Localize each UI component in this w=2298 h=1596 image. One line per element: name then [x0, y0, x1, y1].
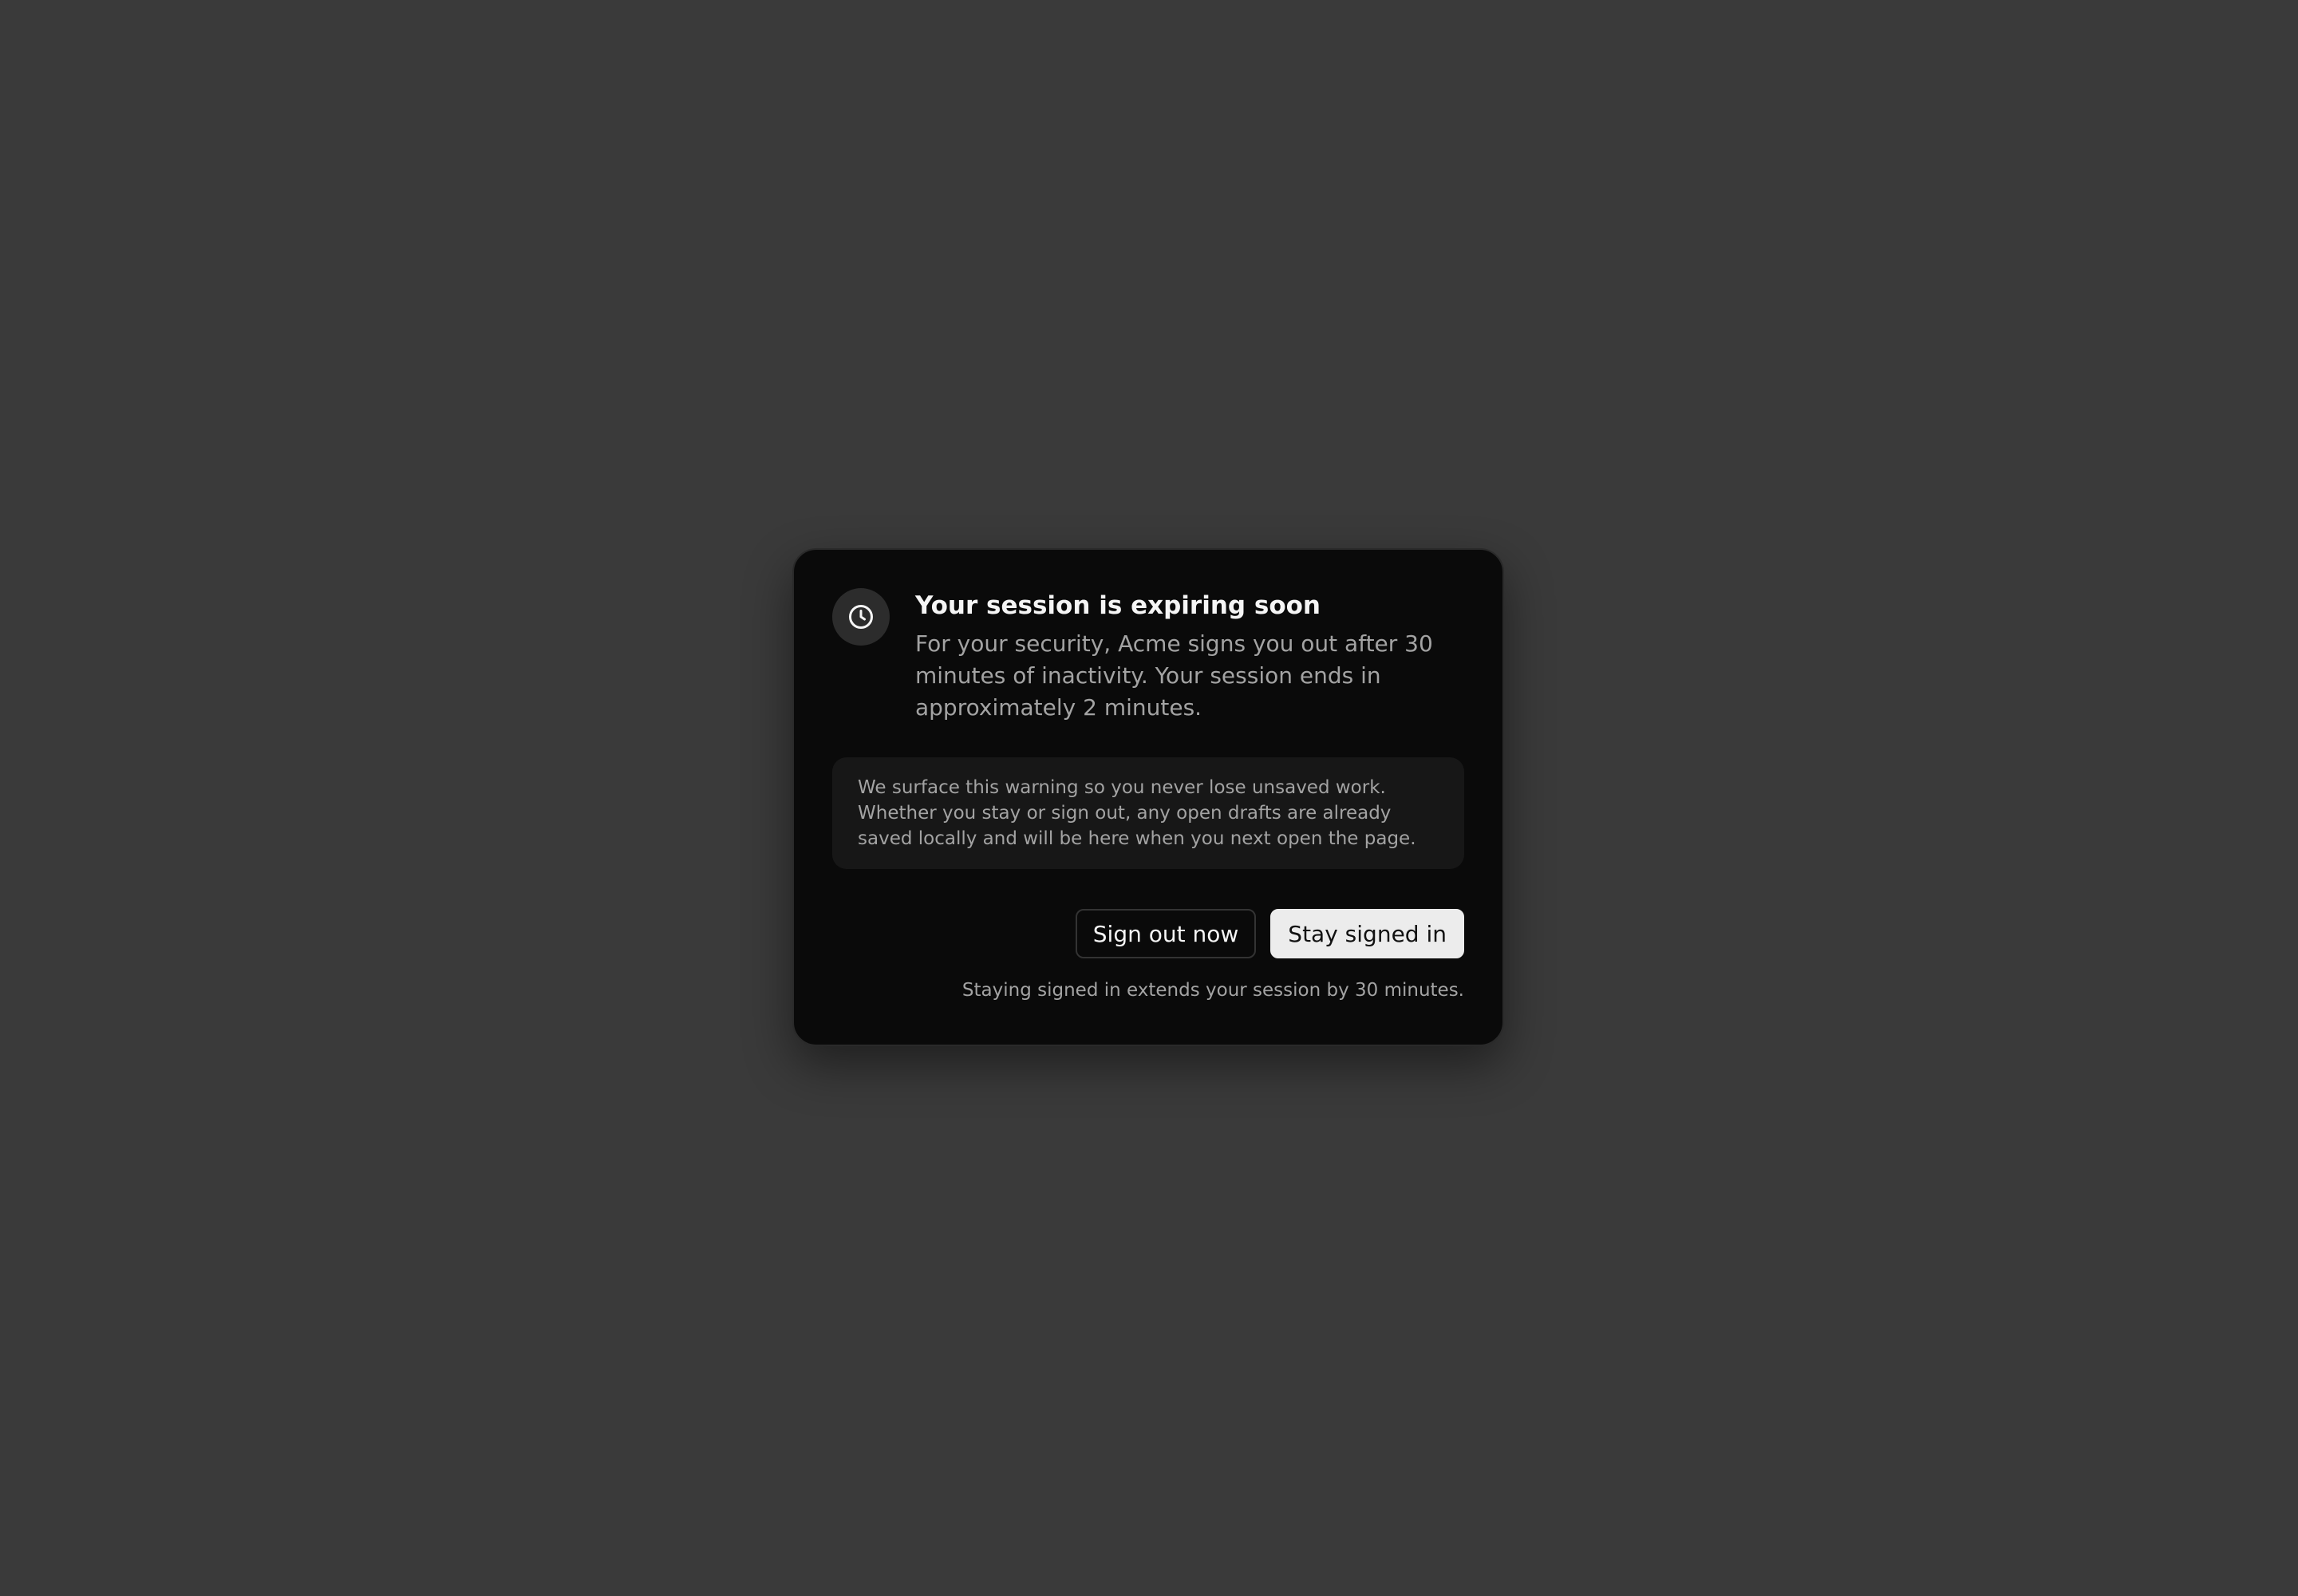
clock-icon [832, 588, 890, 646]
session-expiry-dialog: Your session is expiring soon For your s… [792, 548, 1504, 1046]
info-note: We surface this warning so you never los… [832, 757, 1464, 869]
dialog-header-text: Your session is expiring soon For your s… [915, 588, 1464, 724]
dialog-description: For your security, Acme signs you out af… [915, 630, 1433, 721]
dialog-title: Your session is expiring soon [915, 591, 1321, 620]
dialog-header: Your session is expiring soon For your s… [832, 588, 1464, 724]
stay-signed-in-button[interactable]: Stay signed in [1270, 909, 1464, 958]
sign-out-button[interactable]: Sign out now [1075, 909, 1257, 958]
dialog-actions: Sign out now Stay signed in [832, 909, 1464, 958]
dialog-footnote: Staying signed in extends your session b… [961, 980, 1464, 1001]
